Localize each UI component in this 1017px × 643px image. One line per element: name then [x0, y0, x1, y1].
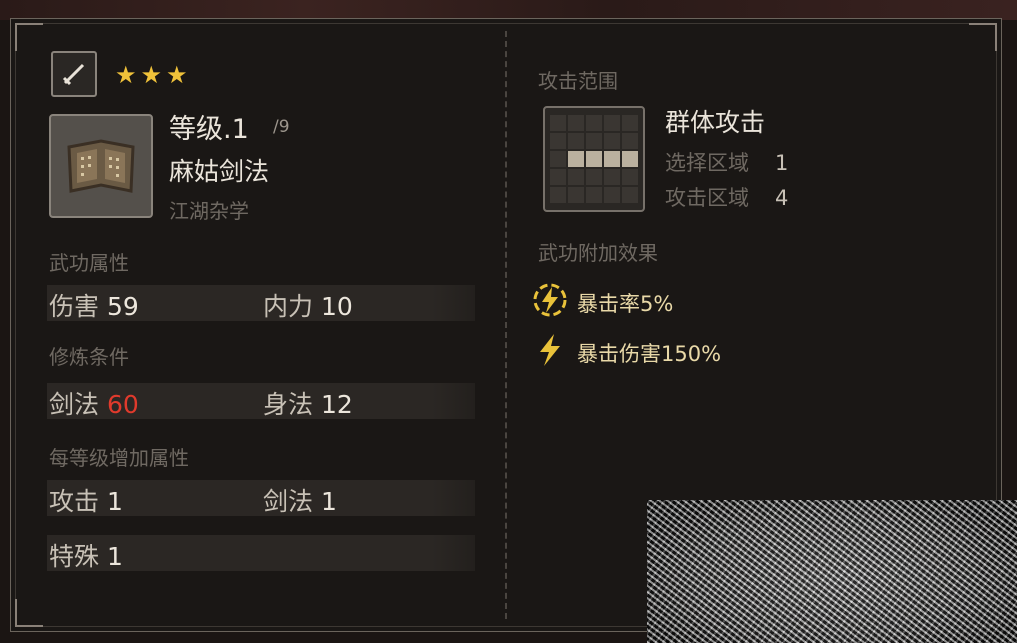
attribute-label: 内力 [263, 292, 314, 321]
attribute-label: 伤害 [49, 292, 100, 321]
attribute-damage: 伤害 59 [49, 287, 139, 323]
skill-category: 江湖杂学 [169, 199, 249, 223]
effect-crit-rate: 暴击率5% [531, 281, 673, 324]
attributes-title: 武功属性 [49, 251, 129, 275]
per-level-value: 1 [107, 487, 123, 516]
per-level-value: 1 [321, 487, 337, 516]
corner-ornament [15, 599, 43, 627]
corner-ornament [15, 23, 43, 51]
background-strip [0, 0, 1017, 20]
per-level-sword: 剑法 1 [263, 482, 337, 518]
select-area-label: 选择区域 [665, 151, 749, 175]
requirement-sword: 剑法 60 [49, 385, 139, 421]
star-rating: ★★★ [115, 61, 192, 89]
per-level-label: 特殊 [49, 542, 100, 571]
noise-overlay [647, 500, 1017, 643]
skill-book-icon [49, 114, 153, 218]
attribute-value: 59 [107, 292, 139, 321]
skill-level: 等级.1 [169, 114, 249, 145]
column-divider [505, 31, 507, 619]
attribute-value: 10 [321, 292, 353, 321]
per-level-label: 剑法 [263, 487, 314, 516]
attack-area-value: 4 [775, 186, 789, 210]
per-level-value: 1 [107, 542, 123, 571]
skill-level-max: /9 [273, 117, 290, 137]
lightning-icon [531, 331, 569, 374]
requirement-label: 剑法 [49, 390, 100, 419]
sword-type-icon [51, 51, 97, 97]
effect-text: 暴击伤害150% [577, 341, 722, 366]
attack-area-row: 攻击区域 4 [665, 182, 788, 212]
requirement-agility: 身法 12 [263, 385, 353, 421]
corner-ornament [969, 23, 997, 51]
requirement-value-unmet: 60 [107, 390, 139, 419]
per-level-label: 攻击 [49, 487, 100, 516]
requirements-title: 修炼条件 [49, 345, 129, 369]
select-area-row: 选择区域 1 [665, 147, 788, 177]
attack-range-grid [543, 106, 645, 212]
effects-title: 武功附加效果 [538, 241, 658, 265]
per-level-attack: 攻击 1 [49, 482, 123, 518]
requirement-value: 12 [321, 390, 353, 419]
per-level-title: 每等级增加属性 [49, 446, 189, 470]
effect-text: 暴击率5% [577, 291, 674, 316]
per-level-special: 特殊 1 [49, 537, 123, 573]
effect-crit-damage: 暴击伤害150% [531, 331, 721, 374]
range-title: 攻击范围 [538, 69, 618, 93]
lightning-circle-icon [531, 281, 569, 324]
select-area-value: 1 [775, 151, 789, 175]
attack-area-label: 攻击区域 [665, 186, 749, 210]
skill-name: 麻姑剑法 [169, 157, 270, 186]
attribute-internal-force: 内力 10 [263, 287, 353, 323]
requirement-label: 身法 [263, 390, 314, 419]
range-type: 群体攻击 [665, 108, 766, 137]
